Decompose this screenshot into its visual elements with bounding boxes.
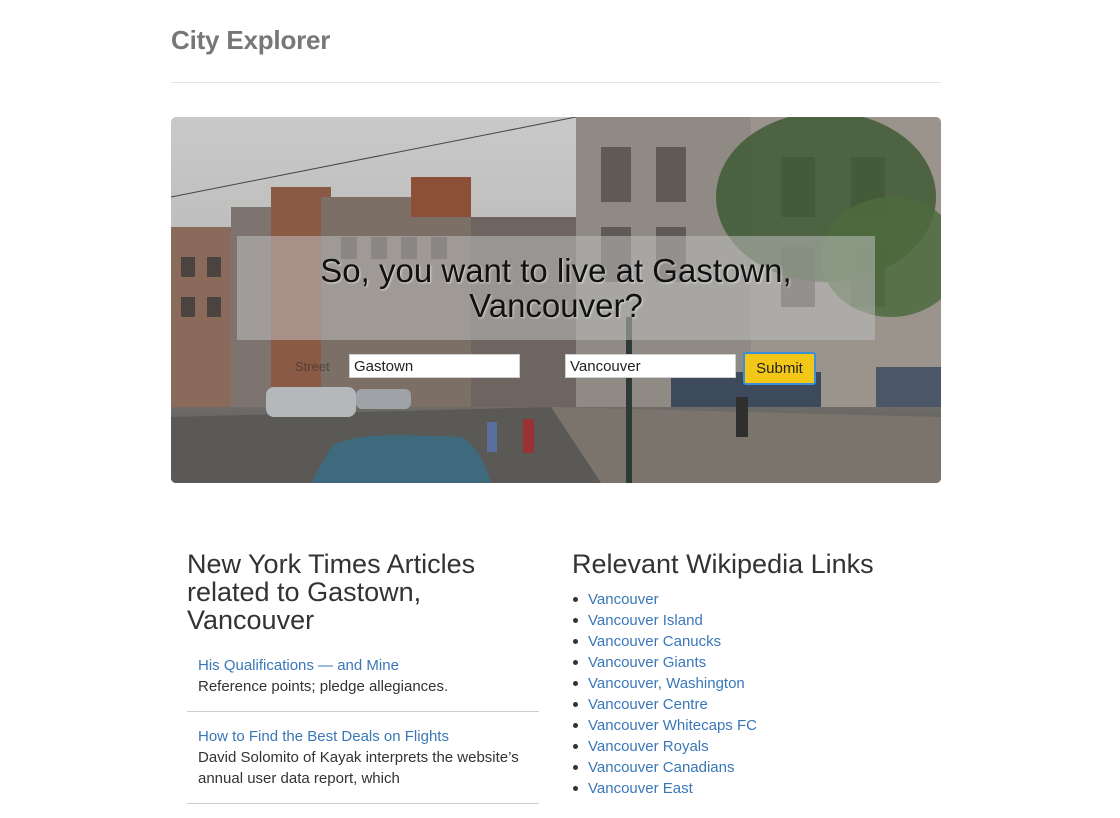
wiki-link[interactable]: Vancouver East xyxy=(588,780,693,797)
wiki-list-item: Vancouver Royals xyxy=(573,736,757,757)
submit-button[interactable]: Submit xyxy=(743,352,816,385)
wiki-list-item: Vancouver Whitecaps FC xyxy=(573,715,757,736)
wiki-link[interactable]: Vancouver Giants xyxy=(588,654,706,671)
wiki-list-item: Vancouver xyxy=(573,589,757,610)
wiki-link[interactable]: Vancouver Island xyxy=(588,612,703,629)
article-snippet: Reference points; pledge allegiances. xyxy=(198,678,449,695)
wiki-list-item: Vancouver Giants xyxy=(573,652,757,673)
site-header: City Explorer xyxy=(171,0,941,83)
wiki-list-item: Vancouver Canucks xyxy=(573,631,757,652)
nyt-article-list: His Qualifications — and Mine Reference … xyxy=(187,655,539,818)
wiki-link-list: Vancouver Vancouver Island Vancouver Can… xyxy=(573,589,757,799)
wiki-link[interactable]: Vancouver Whitecaps FC xyxy=(588,717,757,734)
wiki-heading: Relevant Wikipedia Links xyxy=(572,549,874,579)
wiki-link[interactable]: Vancouver xyxy=(588,591,659,608)
hero-banner: So, you want to live at Gastown, Vancouv… xyxy=(171,117,941,483)
city-input[interactable] xyxy=(565,354,736,378)
site-title[interactable]: City Explorer xyxy=(171,25,330,56)
wiki-link[interactable]: Vancouver Canadians xyxy=(588,759,734,776)
wiki-list-item: Vancouver Island xyxy=(573,610,757,631)
article-item: How to Find the Best Deals on Flights Da… xyxy=(187,726,539,804)
article-item: His Qualifications — and Mine Reference … xyxy=(187,655,539,712)
wiki-link[interactable]: Vancouver Centre xyxy=(588,696,708,713)
wiki-link[interactable]: Vancouver Canucks xyxy=(588,633,721,650)
street-label: Street xyxy=(295,359,330,374)
street-input[interactable] xyxy=(349,354,520,378)
article-snippet: David Solomito of Kayak interprets the w… xyxy=(198,749,519,787)
wiki-link[interactable]: Vancouver, Washington xyxy=(588,675,745,692)
article-link[interactable]: How to Find the Best Deals on Flights xyxy=(198,726,528,747)
article-link[interactable]: His Qualifications — and Mine xyxy=(198,655,528,676)
wiki-list-item: Vancouver, Washington xyxy=(573,673,757,694)
wiki-link[interactable]: Vancouver Royals xyxy=(588,738,709,755)
hero-title-overlay: So, you want to live at Gastown, Vancouv… xyxy=(237,236,875,340)
page-container: City Explorer So, you want to live at Ga… xyxy=(171,0,941,804)
wiki-list-item: Vancouver Centre xyxy=(573,694,757,715)
wiki-list-item: Vancouver Canadians xyxy=(573,757,757,778)
hero-title: So, you want to live at Gastown, Vancouv… xyxy=(320,252,792,324)
wiki-list-item: Vancouver East xyxy=(573,778,757,799)
nyt-heading: New York Times Articles related to Gasto… xyxy=(187,549,476,635)
